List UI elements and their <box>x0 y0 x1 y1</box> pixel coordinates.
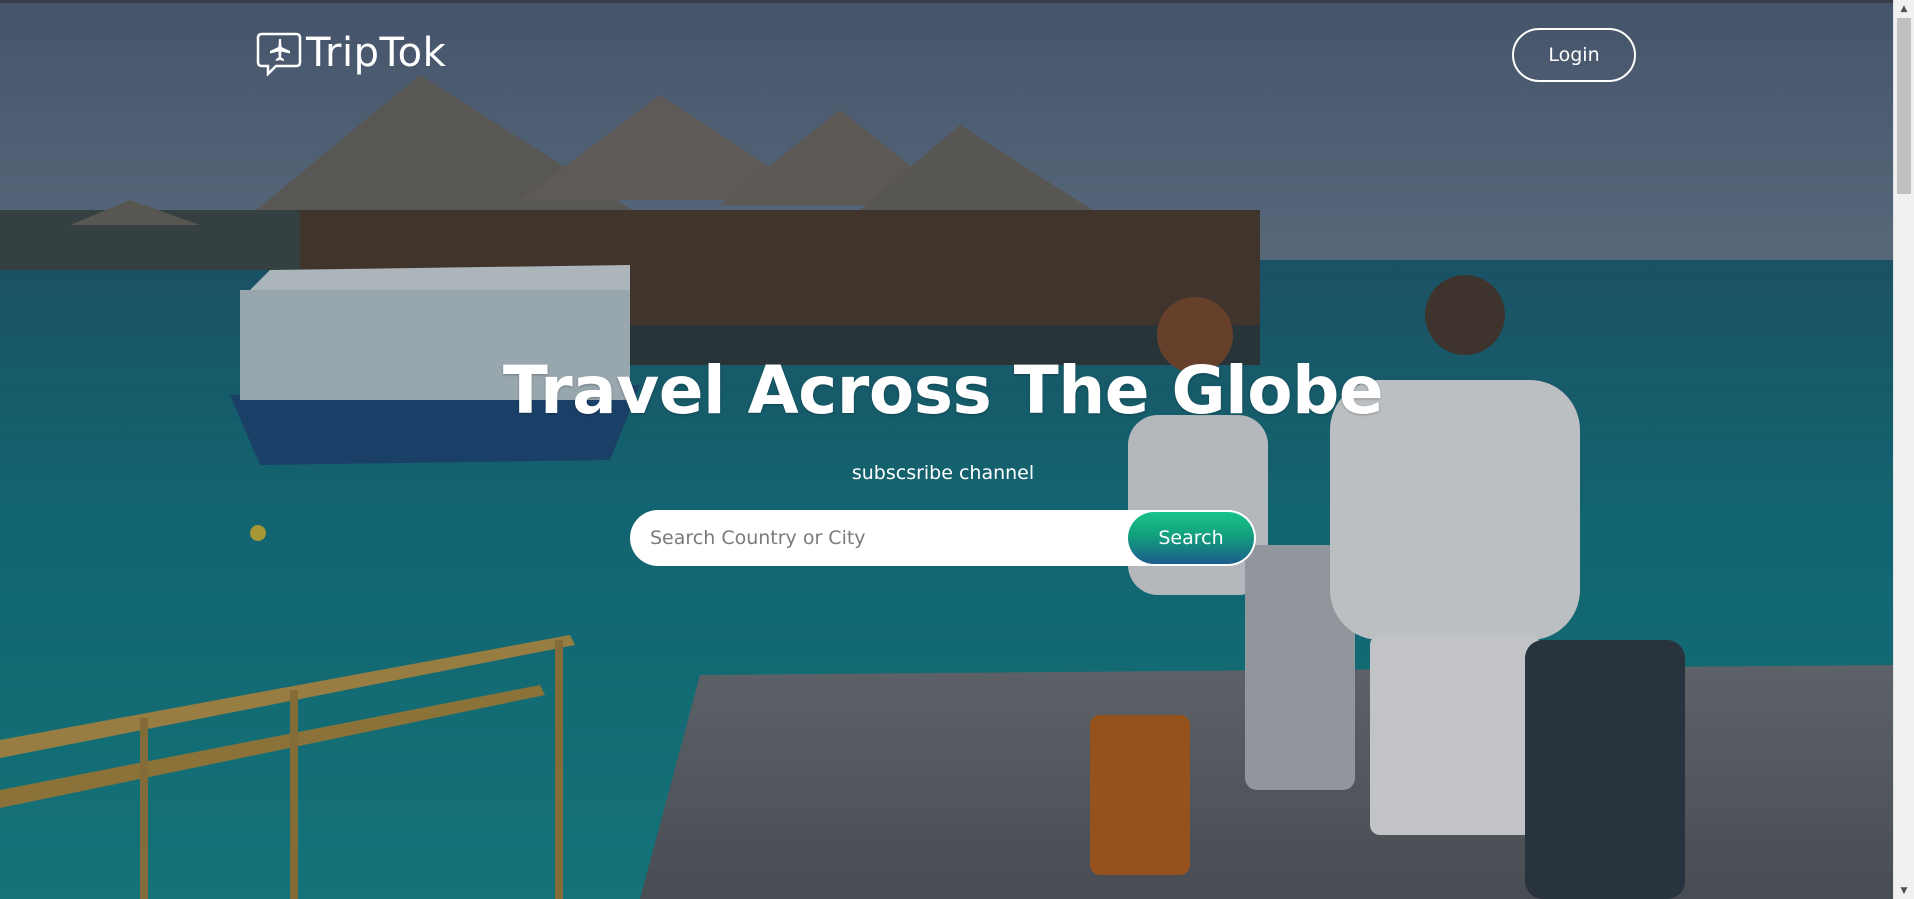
scroll-up-arrow-icon[interactable]: ▲ <box>1894 0 1914 17</box>
brand-name: TripTok <box>306 30 447 76</box>
scrollbar-thumb[interactable] <box>1897 18 1911 194</box>
scroll-down-arrow-icon[interactable]: ▼ <box>1894 882 1914 899</box>
hero-section: TripTok Login Travel Across The Globe su… <box>0 0 1893 899</box>
login-button[interactable]: Login <box>1512 28 1636 82</box>
hero-background-image <box>0 0 1893 899</box>
search-input[interactable] <box>630 509 1128 567</box>
hero-subline: subscsribe channel <box>851 462 1035 484</box>
navbar: TripTok Login <box>0 0 1893 110</box>
hero-headline: Travel Across The Globe <box>502 352 1384 429</box>
plane-chat-bubble-icon <box>256 32 302 76</box>
search-button[interactable]: Search <box>1128 512 1254 564</box>
search-bar: Search <box>630 509 1256 567</box>
vertical-scrollbar[interactable]: ▲ ▼ <box>1893 0 1914 899</box>
browser-viewport: TripTok Login Travel Across The Globe su… <box>0 0 1914 899</box>
brand-logo[interactable]: TripTok <box>256 30 446 76</box>
